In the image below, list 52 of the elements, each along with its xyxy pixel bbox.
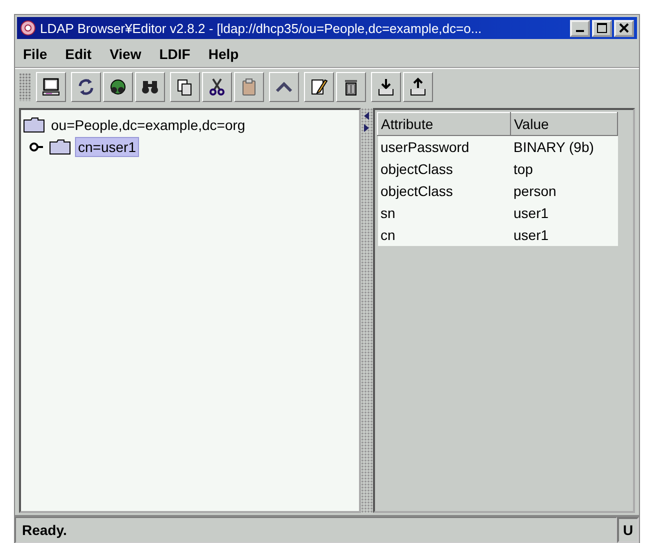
table-cell: userPassword — [378, 136, 510, 158]
export-button[interactable] — [403, 72, 433, 102]
toolbar-grip[interactable] — [19, 73, 31, 101]
refresh-icon — [76, 77, 96, 97]
close-button[interactable] — [614, 20, 634, 36]
monitor-icon — [41, 77, 61, 97]
maximize-icon — [597, 23, 607, 33]
menu-item[interactable]: Edit — [65, 46, 92, 62]
minimize-button[interactable] — [570, 20, 590, 36]
copy-button[interactable] — [170, 72, 200, 102]
column-header[interactable]: Attribute — [378, 112, 510, 136]
refresh-button[interactable] — [71, 72, 101, 102]
globe-icon — [108, 77, 128, 97]
expand-handle-icon[interactable] — [29, 142, 45, 152]
folder-icon — [49, 139, 71, 155]
menu-item[interactable]: Help — [208, 46, 239, 62]
menu-item[interactable]: LDIF — [159, 46, 190, 62]
app-icon — [20, 20, 36, 36]
table-cell: top — [510, 158, 618, 180]
monitor-button[interactable] — [36, 72, 66, 102]
export-icon — [408, 77, 428, 97]
menu-item[interactable]: View — [110, 46, 142, 62]
table-cell: BINARY (9b) — [510, 136, 618, 158]
table-cell: user1 — [510, 224, 618, 246]
menu-item[interactable]: File — [23, 46, 48, 62]
table-cell: objectClass — [378, 180, 510, 202]
maximize-button[interactable] — [592, 20, 612, 36]
binoculars-button[interactable] — [135, 72, 165, 102]
status-indicator: U — [617, 517, 639, 543]
folder-icon — [23, 117, 45, 133]
tree-item[interactable]: cn=user1 — [75, 137, 139, 157]
table-cell: cn — [378, 224, 510, 246]
clipboard-button[interactable] — [234, 72, 264, 102]
import-icon — [376, 77, 396, 97]
status-message: Ready. — [15, 517, 617, 543]
table-cell: user1 — [510, 202, 618, 224]
column-header[interactable]: Value — [510, 112, 618, 136]
scissors-icon — [207, 77, 227, 97]
chevron-up-button[interactable] — [269, 72, 299, 102]
pencil-icon — [309, 77, 329, 97]
table-cell: objectClass — [378, 158, 510, 180]
window-title: LDAP Browser¥Editor v2.8.2 - [ldap://dhcp35/ou=People,dc=example,dc=o... — [40, 20, 483, 36]
table-cell: sn — [378, 202, 510, 224]
minimize-icon — [576, 30, 584, 32]
tree-item[interactable]: ou=People,dc=example,dc=org — [49, 116, 248, 134]
pencil-button[interactable] — [304, 72, 334, 102]
scissors-button[interactable] — [202, 72, 232, 102]
table-cell: person — [510, 180, 618, 202]
close-icon — [619, 23, 629, 33]
globe-button[interactable] — [103, 72, 133, 102]
trash-button[interactable] — [336, 72, 366, 102]
import-button[interactable] — [371, 72, 401, 102]
